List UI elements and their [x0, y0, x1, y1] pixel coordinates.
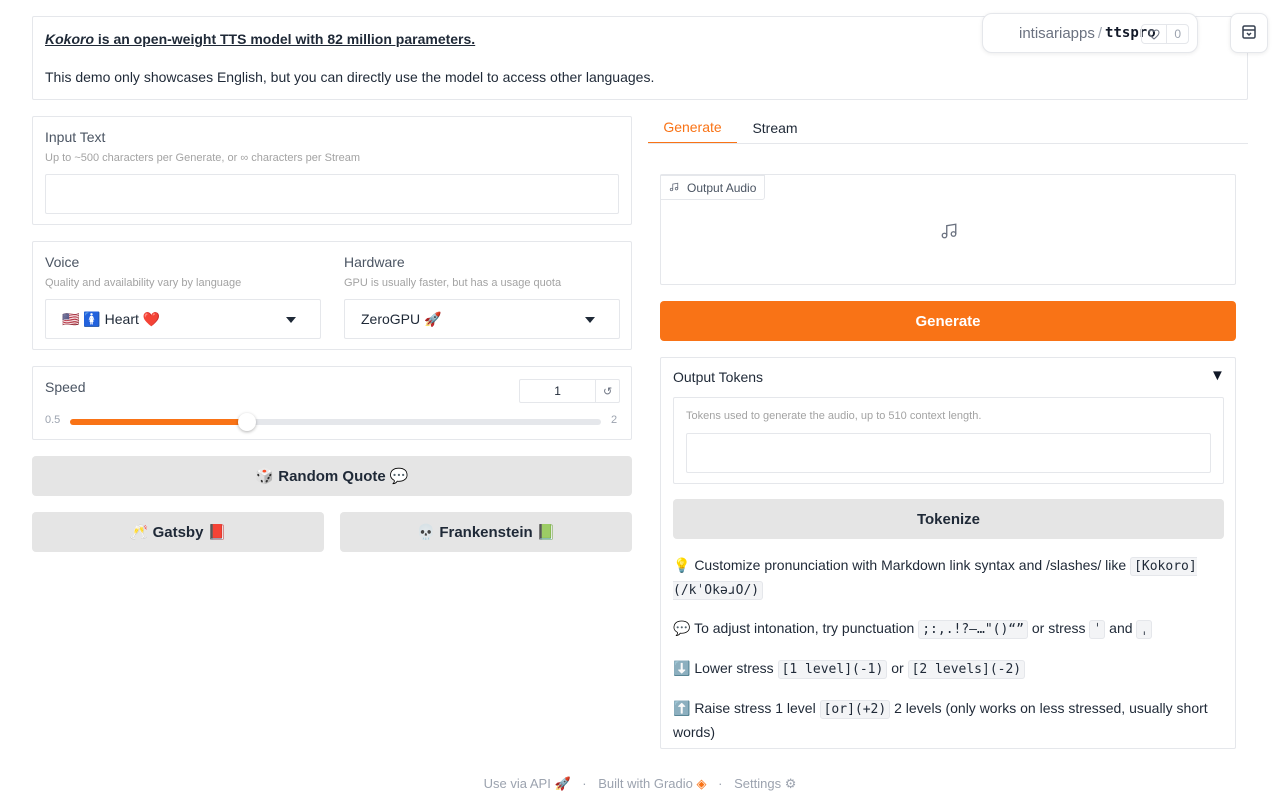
speed-number-input[interactable]: 1 — [520, 380, 595, 402]
space-separator: / — [1097, 24, 1103, 42]
tip-secondary-stress-code: ˌ — [1136, 620, 1153, 639]
voice-selected: 🇺🇸 🚺 Heart ❤️ — [62, 310, 161, 327]
space-header[interactable]: intisariapps / ttspro 0 — [982, 13, 1198, 53]
frankenstein-button[interactable]: 💀 Frankenstein 📗 — [340, 512, 632, 552]
input-text-label: Input Text — [45, 129, 106, 145]
banner-subline: This demo only showcases English, but yo… — [45, 69, 655, 85]
accordion-toggle-icon[interactable]: ▼ — [1210, 367, 1225, 384]
chevron-down-icon — [286, 317, 296, 323]
input-text-field[interactable] — [45, 174, 619, 214]
speed-slider-thumb[interactable] — [238, 413, 256, 431]
footer-dot: · — [718, 776, 723, 791]
heart-icon — [1142, 25, 1168, 43]
tip-lower-1-code: [1 level](-1) — [777, 660, 888, 679]
gradio-logo-icon: ◈ — [696, 776, 707, 791]
tip-pronunciation: 💡 Customize pronunciation with Markdown … — [673, 554, 1213, 602]
use-via-api-link[interactable]: Use via API 🚀 — [484, 776, 571, 791]
gear-icon: ⚙ — [784, 776, 797, 791]
random-quote-button[interactable]: 🎲 Random Quote 💬 — [32, 456, 632, 496]
rocket-icon: 🚀 — [554, 776, 571, 791]
output-audio-label-text: Output Audio — [687, 180, 757, 195]
speed-max: 2 — [611, 414, 618, 426]
speed-label: Speed — [45, 379, 86, 395]
hardware-dropdown[interactable]: ZeroGPU 🚀 — [344, 299, 620, 339]
voice-info: Quality and availability vary by languag… — [45, 277, 242, 289]
tokenize-button[interactable]: Tokenize — [673, 499, 1224, 539]
collapse-icon — [1241, 24, 1257, 43]
speed-min: 0.5 — [45, 414, 61, 426]
collapse-header-button[interactable] — [1230, 13, 1268, 53]
api-link-text: Use via API — [483, 776, 551, 791]
speed-block: Speed 1 ↺ 0.5 2 — [32, 366, 632, 440]
voice-hardware-block: Voice Quality and availability vary by l… — [32, 241, 632, 350]
generate-button[interactable]: Generate — [660, 301, 1236, 341]
tip-lower-stress: ⬇️ Lower stress [1 level](-1) or [2 leve… — [673, 657, 1213, 681]
tab-generate[interactable]: Generate — [648, 112, 737, 144]
space-owner[interactable]: intisariapps — [1019, 25, 1095, 42]
output-audio-label: Output Audio — [660, 175, 766, 200]
footer-dot: · — [582, 776, 587, 791]
hardware-info: GPU is usually faster, but has a usage q… — [344, 277, 562, 289]
tokens-block: Tokens used to generate the audio, up to… — [673, 397, 1224, 484]
voice-dropdown[interactable]: 🇺🇸 🚺 Heart ❤️ — [45, 299, 321, 339]
tip-lower-2-code: [2 levels](-2) — [907, 660, 1026, 679]
output-tokens-title[interactable]: Output Tokens — [673, 369, 763, 385]
tip-intonation: 💬 To adjust intonation, try punctuation … — [673, 617, 1213, 641]
model-name: Kokoro — [45, 31, 94, 47]
input-text-block: Input Text Up to ~500 characters per Gen… — [32, 116, 632, 225]
footer: Use via API 🚀 · Built with Gradio ◈ · Se… — [0, 776, 1280, 792]
tip-primary-stress-code: ˈ — [1089, 620, 1106, 639]
music-note-icon — [940, 222, 958, 243]
like-count: 0 — [1174, 27, 1181, 41]
reset-icon[interactable]: ↺ — [595, 380, 619, 402]
tip-punctuation-code: ;:,.!?—…"()“” — [918, 620, 1028, 639]
tab-divider — [648, 143, 1248, 144]
headline-text: is an open-weight TTS model with 82 mill… — [94, 31, 476, 47]
tip-pronunciation-text: 💡 Customize pronunciation with Markdown … — [673, 557, 1131, 573]
settings-link[interactable]: Settings ⚙ — [734, 776, 796, 791]
tip-intonation-mid: or stress — [1027, 620, 1090, 636]
speed-number-box: 1 ↺ — [519, 379, 620, 403]
settings-link-text: Settings — [734, 776, 782, 791]
like-button[interactable]: 0 — [1141, 24, 1189, 44]
tip-intonation-text: 💬 To adjust intonation, try punctuation — [673, 620, 919, 636]
tip-raise-code: [or](+2) — [819, 700, 891, 719]
speed-slider-fill — [70, 419, 247, 425]
tokens-info: Tokens used to generate the audio, up to… — [686, 410, 982, 422]
tip-raise-stress: ⬆️ Raise stress 1 level [or](+2) 2 level… — [673, 697, 1213, 744]
speed-slider[interactable] — [70, 413, 601, 431]
tip-raise-stress-text: ⬆️ Raise stress 1 level — [673, 700, 820, 716]
tip-lower-or: or — [887, 660, 908, 676]
chevron-down-icon — [585, 317, 595, 323]
voice-label: Voice — [45, 254, 80, 270]
tokens-field[interactable] — [686, 433, 1211, 473]
gatsby-button[interactable]: 🥂 Gatsby 📕 — [32, 512, 324, 552]
music-icon — [669, 181, 679, 195]
tip-lower-stress-text: ⬇️ Lower stress — [673, 660, 778, 676]
built-with-gradio-link[interactable]: Built with Gradio ◈ — [598, 776, 706, 791]
gradio-link-text: Built with Gradio — [598, 776, 693, 791]
hardware-selected: ZeroGPU 🚀 — [361, 310, 442, 327]
input-text-info: Up to ~500 characters per Generate, or ∞… — [45, 152, 361, 164]
hardware-label: Hardware — [344, 254, 405, 270]
tab-stream[interactable]: Stream — [737, 112, 813, 144]
tips-section: 💡 Customize pronunciation with Markdown … — [673, 554, 1213, 744]
tip-intonation-and: and — [1105, 620, 1137, 636]
output-tokens-accordion: Output Tokens ▼ Tokens used to generate … — [660, 357, 1236, 749]
